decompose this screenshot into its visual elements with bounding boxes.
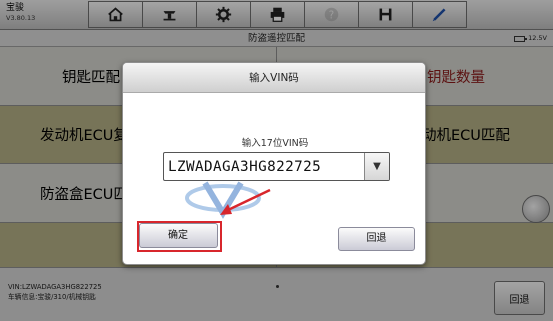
dialog-back-button[interactable]: 回退 xyxy=(338,227,415,251)
confirm-highlight-box xyxy=(137,221,222,252)
vin-combobox[interactable]: LZWADAGA3HG822725 ▼ xyxy=(163,152,390,181)
dialog-prompt: 输入17位VIN码 xyxy=(241,138,309,149)
vin-input-dialog: 输入VIN码 输入17位VIN码 LZWADAGA3HG822725 ▼ 确定 … xyxy=(122,62,426,265)
chevron-down-icon[interactable]: ▼ xyxy=(364,153,389,180)
dialog-title: 输入VIN码 xyxy=(123,63,425,93)
annotation-arrow-icon xyxy=(220,188,271,215)
vin-input[interactable]: LZWADAGA3HG822725 xyxy=(164,159,364,175)
